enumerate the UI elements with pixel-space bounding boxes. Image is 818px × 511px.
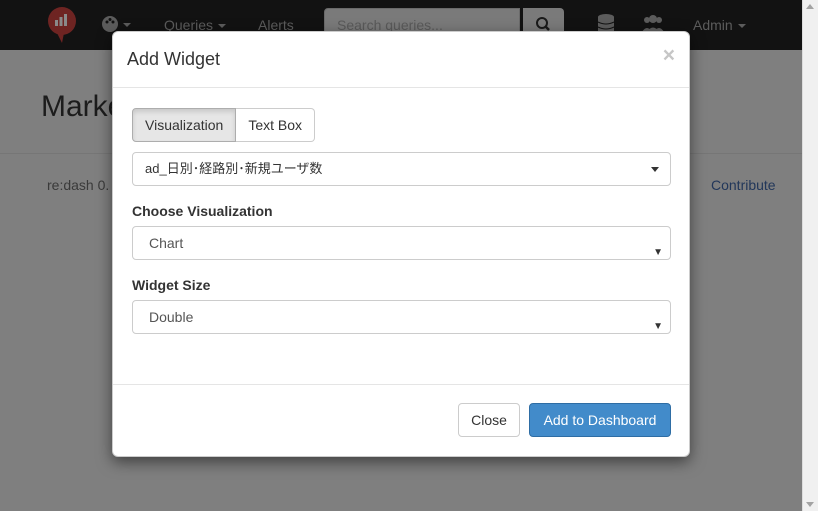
add-to-dashboard-button[interactable]: Add to Dashboard xyxy=(529,403,671,437)
vertical-scrollbar[interactable] xyxy=(802,0,818,511)
contribute-link[interactable]: Contribute xyxy=(711,177,776,193)
chevron-down-icon xyxy=(737,24,746,29)
modal-footer-divider xyxy=(113,384,689,385)
redash-logo-icon[interactable] xyxy=(47,7,77,43)
scroll-down-arrow-icon[interactable] xyxy=(806,502,814,507)
close-icon[interactable]: × xyxy=(663,45,675,66)
modal-title: Add Widget xyxy=(127,49,221,69)
widget-type-toggle: Visualization Text Box xyxy=(132,108,316,142)
widget-size-select-value: Double xyxy=(149,309,194,325)
caret-down-icon: ▼ xyxy=(653,321,663,332)
query-select[interactable]: ad_日別･経路別･新規ユーザ数 xyxy=(132,152,671,186)
caret-down-icon xyxy=(651,167,659,172)
nav-admin-menu[interactable]: Admin xyxy=(693,17,746,33)
visualization-select[interactable]: Chart ▼ xyxy=(132,226,671,260)
scroll-up-arrow-icon[interactable] xyxy=(806,4,814,9)
query-select-value: ad_日別･経路別･新規ユーザ数 xyxy=(145,161,323,176)
tab-visualization[interactable]: Visualization xyxy=(132,108,237,142)
widget-size-select[interactable]: Double ▼ xyxy=(132,300,671,334)
visualization-select-value: Chart xyxy=(149,235,184,251)
version-text: re:dash 0. xyxy=(47,177,110,193)
caret-down-icon: ▼ xyxy=(653,247,663,258)
tab-text-box[interactable]: Text Box xyxy=(236,108,316,142)
chevron-down-icon xyxy=(218,24,227,29)
widget-size-label: Widget Size xyxy=(132,277,211,293)
add-widget-modal: Add Widget × Visualization Text Box ad_日… xyxy=(112,31,690,457)
choose-visualization-label: Choose Visualization xyxy=(132,203,273,219)
modal-header: Add Widget × xyxy=(113,32,689,88)
close-button[interactable]: Close xyxy=(458,403,520,437)
